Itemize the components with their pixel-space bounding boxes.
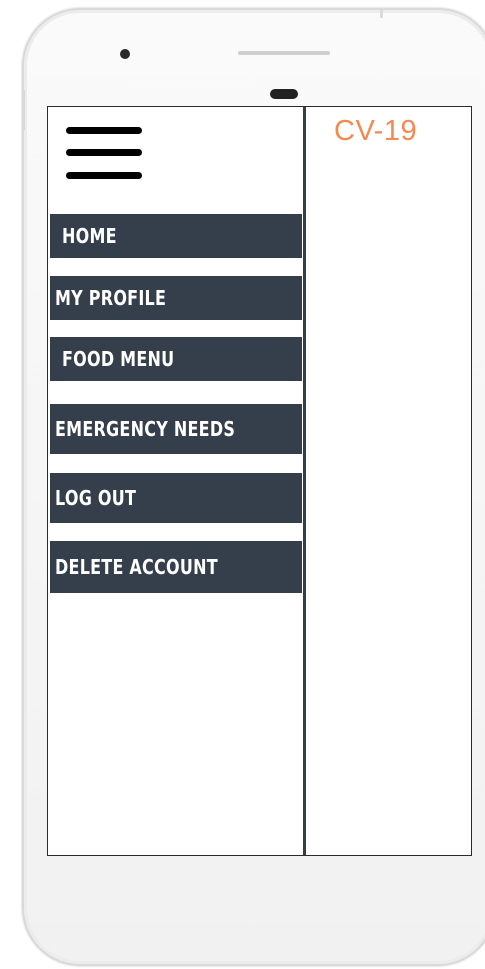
menu-item-food-menu[interactable]: FOOD MENU [50, 337, 302, 381]
speaker-grille [238, 51, 330, 55]
hamburger-bar [66, 172, 142, 179]
app-screen: HOME MY PROFILE FOOD MENU EMERGENCY NEED… [47, 106, 472, 856]
sensor-icon [270, 89, 298, 99]
menu-item-emergency-needs[interactable]: EMERGENCY NEEDS [50, 404, 302, 454]
menu-item-label: EMERGENCY NEEDS [55, 417, 236, 441]
navigation-drawer: HOME MY PROFILE FOOD MENU EMERGENCY NEED… [48, 107, 306, 855]
menu-item-label: FOOD MENU [62, 347, 175, 371]
hamburger-menu-icon[interactable] [66, 127, 142, 179]
menu-item-delete-account[interactable]: DELETE ACCOUNT [50, 541, 302, 593]
phone-top-button [380, 8, 383, 18]
menu-item-label: HOME [62, 224, 117, 248]
menu-item-label: DELETE ACCOUNT [55, 555, 218, 579]
front-camera-icon [120, 49, 130, 59]
hamburger-bar [66, 149, 142, 156]
menu-item-label: MY PROFILE [55, 286, 167, 310]
menu-item-my-profile[interactable]: MY PROFILE [50, 276, 302, 320]
phone-side-button [22, 90, 25, 130]
menu-item-home[interactable]: HOME [50, 214, 302, 258]
app-title: CV-19 [334, 115, 418, 147]
menu-item-log-out[interactable]: LOG OUT [50, 473, 302, 523]
menu-item-label: LOG OUT [55, 486, 137, 510]
hamburger-bar [66, 127, 142, 134]
